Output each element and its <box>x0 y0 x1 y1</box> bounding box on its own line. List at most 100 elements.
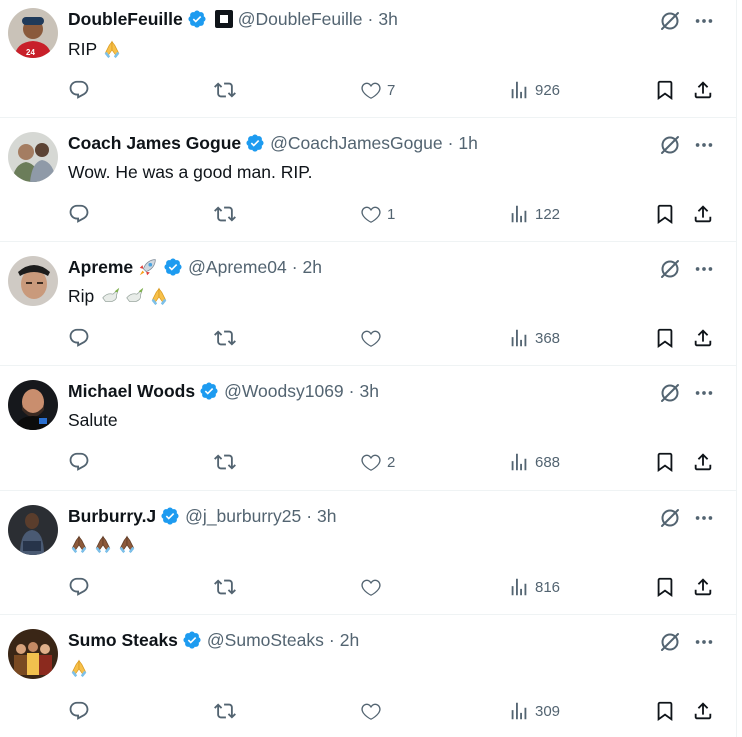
bookmark-button[interactable] <box>654 699 676 723</box>
views-button[interactable]: 368 <box>508 326 560 350</box>
handle[interactable]: @SumoSteaks <box>207 629 324 651</box>
grok-icon[interactable] <box>658 257 682 281</box>
share-button[interactable] <box>692 78 714 102</box>
handle[interactable]: @CoachJamesGogue <box>270 132 442 154</box>
heart-icon <box>361 206 381 223</box>
tweet[interactable]: Michael Woods @Woodsy1069 · 3h Salute 2 … <box>0 366 736 491</box>
grok-icon[interactable] <box>658 9 682 33</box>
reply-button[interactable] <box>68 450 90 474</box>
like-button[interactable]: 1 <box>360 202 395 226</box>
avatar[interactable] <box>8 256 58 306</box>
views-button[interactable]: 122 <box>508 202 560 226</box>
like-button[interactable]: 7 <box>360 78 395 102</box>
like-button[interactable] <box>360 699 387 723</box>
more-dots-icon[interactable] <box>693 631 715 653</box>
avatar[interactable] <box>8 132 58 182</box>
avatar[interactable] <box>8 505 58 555</box>
more-dots-icon[interactable] <box>693 10 715 32</box>
views-button[interactable]: 926 <box>508 78 560 102</box>
reply-icon <box>69 452 89 471</box>
tweet-text-content: Wow. He was a good man. RIP. <box>68 162 313 182</box>
reply-icon <box>69 204 89 223</box>
timestamp[interactable]: 3h <box>378 8 397 30</box>
retweet-button[interactable] <box>214 202 236 226</box>
retweet-button[interactable] <box>214 450 236 474</box>
avatar[interactable] <box>8 380 58 430</box>
display-name[interactable]: Coach James Gogue <box>68 132 241 154</box>
more-dots-icon[interactable] <box>693 134 715 156</box>
avatar[interactable] <box>8 629 58 679</box>
tweet-header: Burburry.J @j_burburry25 · 3h <box>68 505 646 527</box>
handle[interactable]: @Apreme04 <box>188 256 287 278</box>
grok-icon[interactable] <box>658 506 682 530</box>
handle[interactable]: @Woodsy1069 <box>224 380 344 402</box>
tweet[interactable]: Apreme @Apreme04 · 2h Rip 368 <box>0 242 736 366</box>
share-icon <box>694 329 712 347</box>
share-button[interactable] <box>692 699 714 723</box>
tweet-text: RIP <box>68 37 125 61</box>
grok-icon[interactable] <box>658 381 682 405</box>
reply-button[interactable] <box>68 78 90 102</box>
folded-hands-dark-emoji-icon <box>116 533 138 555</box>
like-button[interactable] <box>360 575 387 599</box>
display-name[interactable]: Burburry.J <box>68 505 156 527</box>
handle[interactable]: @j_burburry25 <box>185 505 301 527</box>
share-icon <box>694 81 712 99</box>
reply-button[interactable] <box>68 326 90 350</box>
more-dots-icon[interactable] <box>693 382 715 404</box>
bookmark-button[interactable] <box>654 326 676 350</box>
display-name[interactable]: Sumo Steaks <box>68 629 178 651</box>
tweet-text <box>68 533 140 555</box>
retweet-button[interactable] <box>214 699 236 723</box>
grok-icon[interactable] <box>658 630 682 654</box>
share-button[interactable] <box>692 202 714 226</box>
heart-icon <box>361 330 381 347</box>
grok-icon[interactable] <box>658 133 682 157</box>
timestamp[interactable]: 2h <box>340 629 359 651</box>
folded-hands-dark-emoji-icon <box>92 533 114 555</box>
bookmark-button[interactable] <box>654 575 676 599</box>
timestamp[interactable]: 3h <box>317 505 336 527</box>
display-name[interactable]: Michael Woods <box>68 380 195 402</box>
bookmark-icon <box>657 328 673 349</box>
timestamp[interactable]: 2h <box>303 256 322 278</box>
bookmark-button[interactable] <box>654 202 676 226</box>
tweet[interactable]: 24 DoubleFeuille @DoubleFeuille · 3h RIP… <box>0 0 736 118</box>
views-button[interactable]: 816 <box>508 575 560 599</box>
reply-button[interactable] <box>68 202 90 226</box>
retweet-button[interactable] <box>214 575 236 599</box>
display-name[interactable]: Apreme <box>68 256 133 278</box>
tweet[interactable]: Burburry.J @j_burburry25 · 3h 816 <box>0 491 736 615</box>
verified-badge-icon <box>182 630 202 650</box>
tweet-actions: 368 <box>68 326 728 350</box>
retweet-icon <box>214 703 236 719</box>
views-chart-icon <box>511 702 527 720</box>
views-button[interactable]: 688 <box>508 450 560 474</box>
like-button[interactable] <box>360 326 387 350</box>
avatar[interactable]: 24 <box>8 8 58 58</box>
tweet-header: Sumo Steaks @SumoSteaks · 2h <box>68 629 646 651</box>
tweet[interactable]: Coach James Gogue @CoachJamesGogue · 1h … <box>0 118 736 242</box>
like-count: 2 <box>387 453 396 471</box>
tweet[interactable]: Sumo Steaks @SumoSteaks · 2h 309 <box>0 615 736 737</box>
bookmark-button[interactable] <box>654 78 676 102</box>
like-count: 1 <box>387 205 396 223</box>
like-button[interactable]: 2 <box>360 450 395 474</box>
share-button[interactable] <box>692 575 714 599</box>
reply-button[interactable] <box>68 699 90 723</box>
share-button[interactable] <box>692 450 714 474</box>
retweet-button[interactable] <box>214 78 236 102</box>
verified-badge-icon <box>187 9 207 29</box>
bookmark-button[interactable] <box>654 450 676 474</box>
views-button[interactable]: 309 <box>508 699 560 723</box>
reply-button[interactable] <box>68 575 90 599</box>
more-dots-icon[interactable] <box>693 507 715 529</box>
retweet-button[interactable] <box>214 326 236 350</box>
timestamp[interactable]: 1h <box>458 132 477 154</box>
display-name[interactable]: DoubleFeuille <box>68 8 183 30</box>
share-button[interactable] <box>692 326 714 350</box>
more-dots-icon[interactable] <box>693 258 715 280</box>
square-affiliate-icon[interactable] <box>214 10 233 28</box>
handle[interactable]: @DoubleFeuille <box>238 8 363 30</box>
timestamp[interactable]: 3h <box>360 380 379 402</box>
